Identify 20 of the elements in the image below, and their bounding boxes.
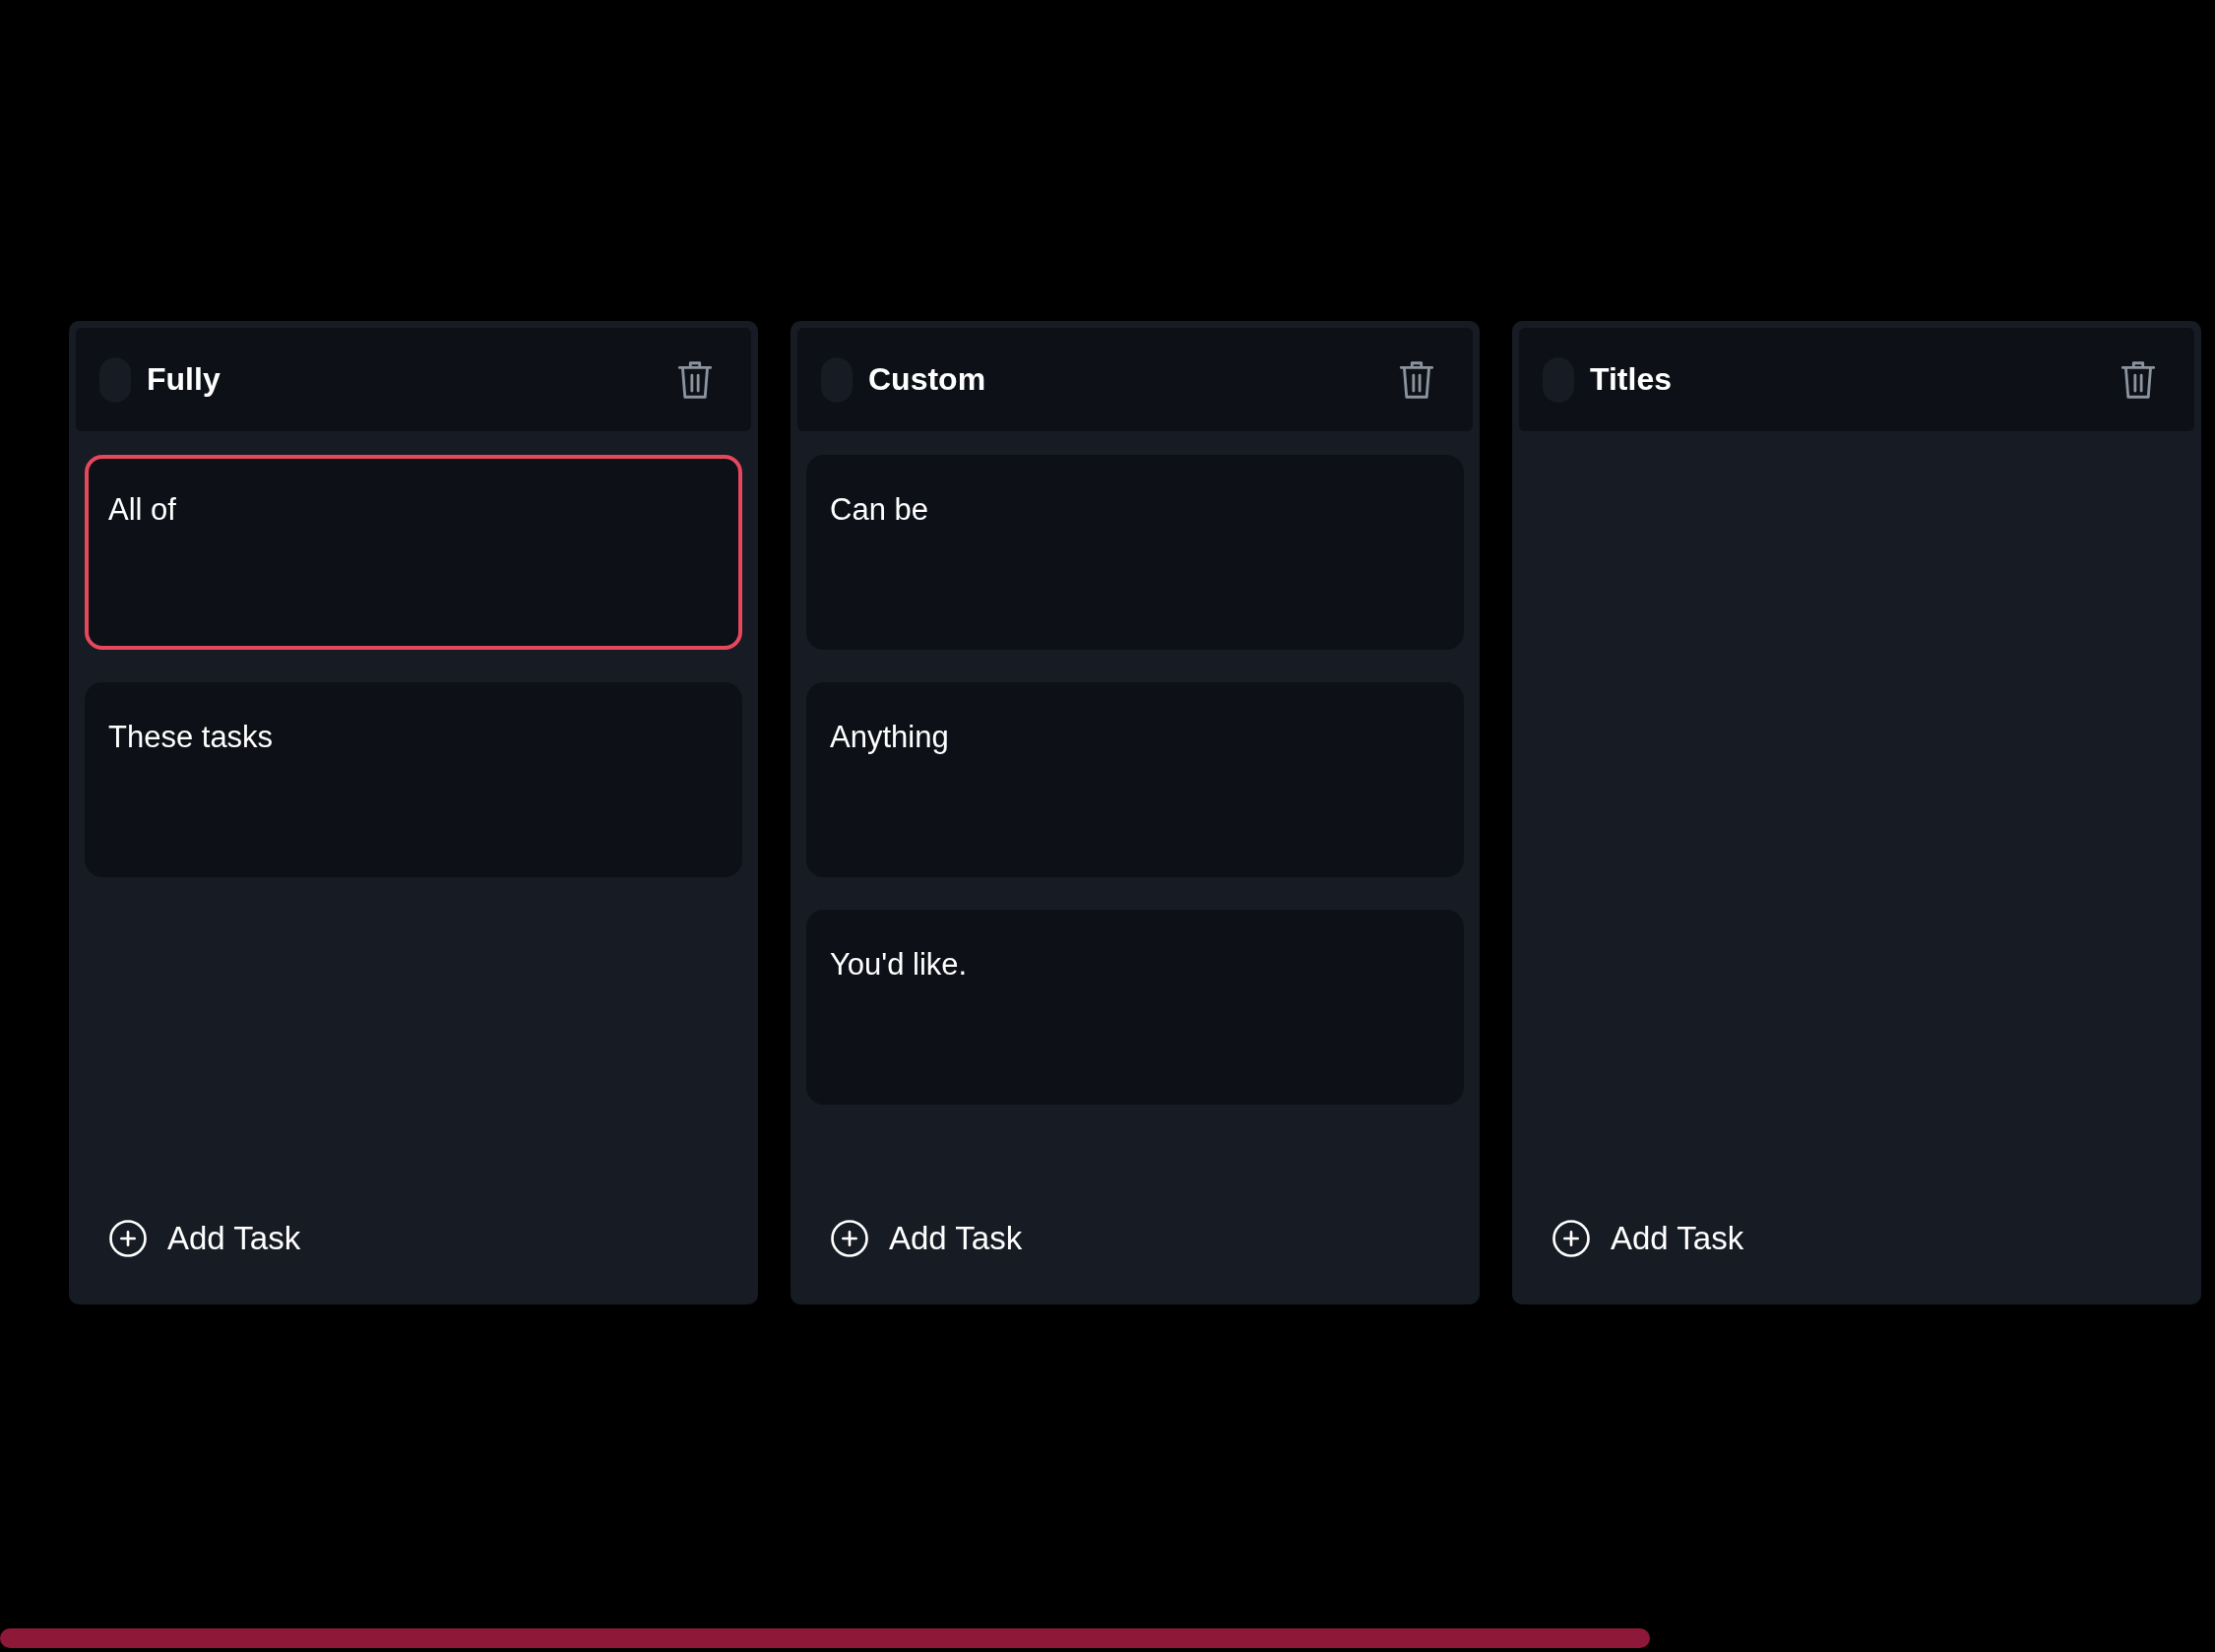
add-task-button[interactable]: Add Task — [1551, 1219, 1744, 1258]
task-text: All of — [108, 492, 176, 527]
plus-circle-icon — [830, 1219, 869, 1258]
plus-circle-icon — [1551, 1219, 1591, 1258]
task-text: You'd like. — [830, 947, 968, 982]
column-title: Fully — [147, 361, 222, 398]
task-card[interactable]: You'd like. — [806, 910, 1464, 1105]
plus-circle-icon — [108, 1219, 148, 1258]
task-card[interactable]: All of — [85, 455, 742, 650]
task-text: Anything — [830, 720, 949, 754]
column-title: Custom — [868, 361, 987, 398]
task-card[interactable]: Anything — [806, 682, 1464, 877]
task-card[interactable]: Can be — [806, 455, 1464, 650]
add-task-button[interactable]: Add Task — [108, 1219, 301, 1258]
scrollbar-thumb[interactable] — [0, 1628, 1650, 1648]
task-card[interactable]: These tasks — [85, 682, 742, 877]
task-text: These tasks — [108, 720, 274, 754]
add-task-button[interactable]: Add Task — [830, 1219, 1023, 1258]
task-text: Can be — [830, 492, 928, 527]
column-title: Titles — [1590, 361, 1673, 398]
